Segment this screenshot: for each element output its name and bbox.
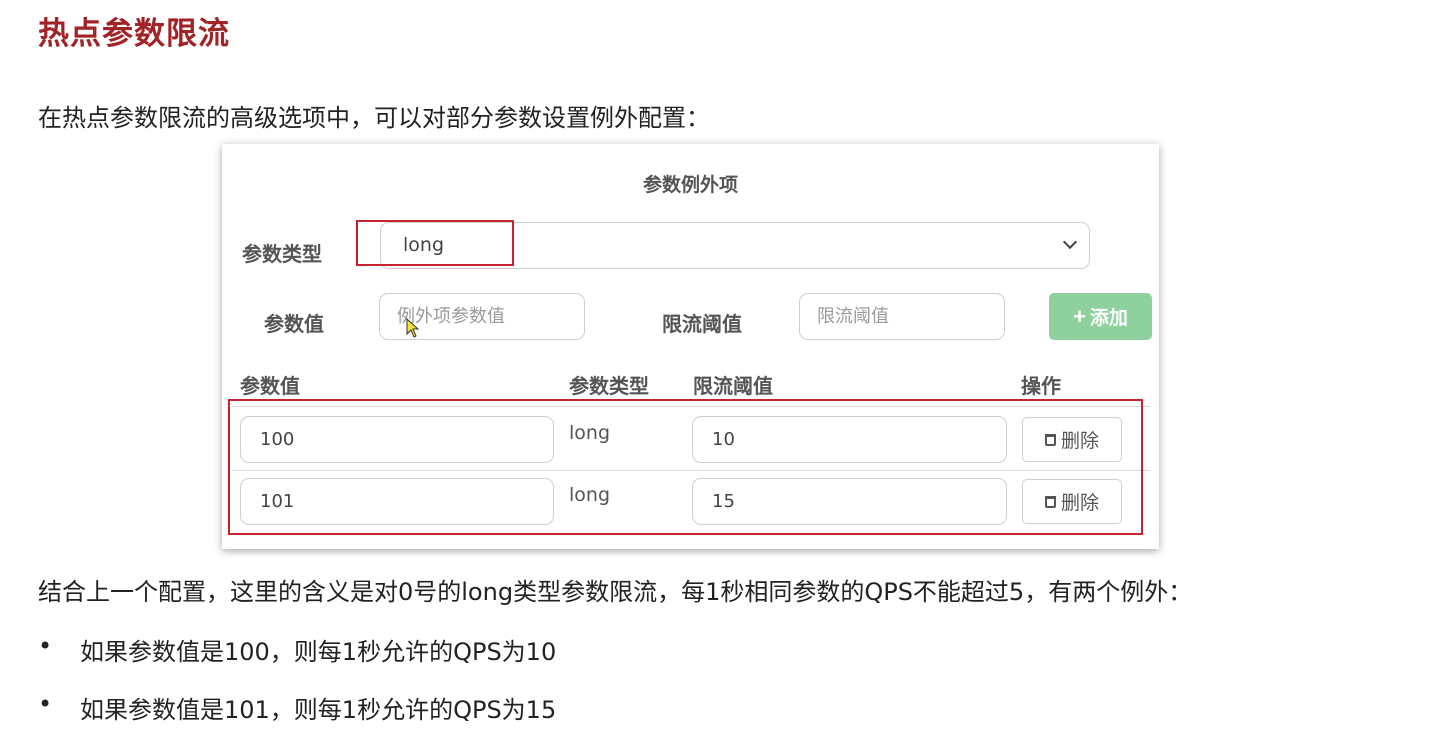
column-header-param-value: 参数值 xyxy=(240,374,300,398)
column-header-action: 操作 xyxy=(1021,374,1061,398)
bullet-dot: • xyxy=(38,690,53,718)
threshold-input[interactable] xyxy=(799,293,1005,340)
add-button[interactable]: + 添加 xyxy=(1049,293,1152,340)
summary-text: 结合上一个配置，这里的含义是对0号的long类型参数限流，每1秒相同参数的QPS… xyxy=(38,578,1193,606)
param-exception-panel: 参数例外项 参数类型 long 参数值 限流阈值 + 添加 参数值 参数类型 限… xyxy=(222,144,1159,549)
bullet-dot: • xyxy=(38,632,53,660)
slide-title: 热点参数限流 xyxy=(38,16,230,52)
add-button-label: 添加 xyxy=(1089,308,1128,329)
column-header-threshold: 限流阈值 xyxy=(693,374,773,398)
mouse-cursor-icon xyxy=(406,318,420,338)
param-type-label: 参数类型 xyxy=(242,242,322,266)
threshold-label: 限流阈值 xyxy=(662,312,742,336)
chevron-down-icon[interactable] xyxy=(1062,234,1078,250)
bullet-text: 如果参数值是101，则每1秒允许的QPS为15 xyxy=(80,696,557,724)
column-header-param-type: 参数类型 xyxy=(569,374,649,398)
highlight-box-param-type xyxy=(356,220,514,266)
bullet-text: 如果参数值是100，则每1秒允许的QPS为10 xyxy=(80,638,557,666)
highlight-box-exception-rows xyxy=(228,399,1143,535)
panel-title: 参数例外项 xyxy=(642,174,738,196)
param-value-label: 参数值 xyxy=(264,312,324,336)
plus-icon: + xyxy=(1073,303,1086,329)
intro-text: 在热点参数限流的高级选项中，可以对部分参数设置例外配置： xyxy=(38,104,710,132)
